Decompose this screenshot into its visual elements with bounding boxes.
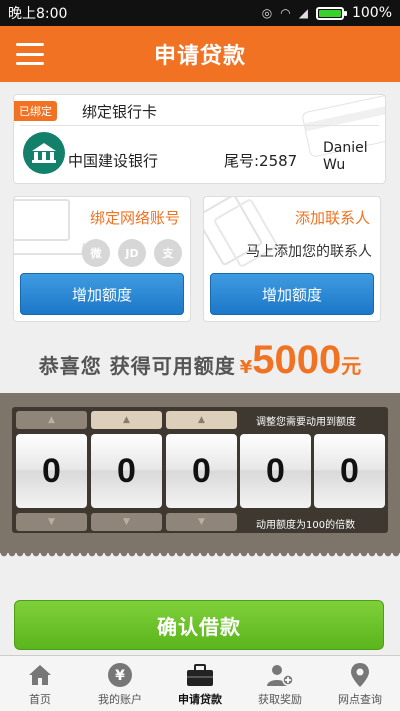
signal-icon: ◢: [298, 6, 308, 20]
location-pin-icon: [346, 661, 374, 689]
currency-unit: 元: [341, 354, 362, 378]
tab-label: 网点查询: [338, 692, 382, 706]
tab-label: 首页: [29, 692, 51, 706]
home-icon: [26, 661, 54, 689]
menu-icon[interactable]: [16, 43, 44, 65]
battery-level: [318, 9, 341, 17]
amount-counter-panel: ▲ ▲ ▲ 调整您需要动用到额度 0 0 0 0 0 ▼ ▼ ▼ 动用额度为10…: [0, 393, 400, 559]
laptop-icon: [14, 199, 70, 241]
card-tail-number: 尾号:2587: [224, 152, 298, 170]
tab-get-rewards[interactable]: 获取奖励: [240, 656, 320, 711]
app-header: 申请贷款: [0, 26, 400, 82]
add-user-icon: [266, 661, 294, 689]
svg-text:¥: ¥: [115, 668, 125, 684]
contacts-increase-limit-button[interactable]: 增加额度: [210, 273, 374, 315]
bank-card-panel[interactable]: 已绑定 绑定银行卡 中国建设银行 尾号:2587 Daniel Wu: [13, 94, 386, 184]
briefcase-icon: [186, 661, 214, 689]
digit-3: 0: [166, 434, 237, 508]
card-holder-name: Daniel Wu: [323, 140, 368, 173]
tab-my-account[interactable]: ¥ 我的账户: [80, 656, 160, 711]
weibo-icon[interactable]: 微: [82, 239, 110, 267]
network-account-title: 绑定网络账号: [89, 209, 180, 227]
battery-icon: [315, 6, 347, 20]
tab-apply-loan[interactable]: 申请贷款: [160, 656, 240, 711]
contacts-title: 添加联系人: [294, 209, 370, 227]
digit-2-down-button[interactable]: ▼: [91, 513, 162, 531]
digit-5: 0: [314, 434, 385, 508]
contacts-subtitle: 马上添加您的联系人: [246, 244, 372, 260]
divider: [20, 125, 379, 126]
available-amount: 5000: [252, 338, 342, 382]
battery-percent: 100%: [351, 5, 392, 21]
tab-home[interactable]: 首页: [0, 656, 80, 711]
bank-name: 中国建设银行: [68, 152, 159, 170]
congrats-text: 恭喜您 获得可用额度: [38, 354, 236, 378]
tab-label: 我的账户: [98, 692, 142, 706]
confirm-loan-button[interactable]: 确认借款: [14, 600, 384, 650]
bottom-tab-bar: 首页 ¥ 我的账户 申请贷款 获取奖励 网点查询: [0, 655, 400, 711]
sync-icon: ◎: [261, 6, 273, 20]
jd-icon[interactable]: JD: [118, 239, 146, 267]
network-account-card: 绑定网络账号 微 JD 支 增加额度: [13, 196, 191, 322]
digit-4: 0: [240, 434, 311, 508]
network-icons: 微 JD 支: [82, 239, 182, 267]
wifi-icon: ◠: [280, 6, 291, 20]
tab-label: 申请贷款: [178, 692, 222, 706]
status-icons: ◎ ◠ ◢ 100%: [262, 5, 392, 21]
yen-icon: ¥: [106, 661, 134, 689]
multiple-hint: 动用额度为100的倍数: [256, 520, 356, 531]
digit-1-down-button[interactable]: ▼: [16, 513, 87, 531]
currency-symbol: ¥: [239, 357, 253, 378]
contacts-card: 添加联系人 马上添加您的联系人 增加额度: [203, 196, 381, 322]
digit-3-up-button[interactable]: ▲: [166, 411, 237, 429]
adjust-hint: 调整您需要动用到额度: [256, 417, 356, 428]
digit-3-down-button[interactable]: ▼: [166, 513, 237, 531]
alipay-icon[interactable]: 支: [154, 239, 182, 267]
bank-logo-icon: [23, 132, 65, 174]
bank-card-title: 绑定银行卡: [82, 103, 158, 121]
bound-badge: 已绑定: [14, 101, 57, 121]
network-increase-limit-button[interactable]: 增加额度: [20, 273, 184, 315]
digit-2: 0: [91, 434, 162, 508]
status-time: 晚上8:00: [8, 6, 68, 22]
page-title: 申请贷款: [153, 44, 246, 69]
available-limit-banner: 恭喜您 获得可用额度 ¥ 5000 元: [0, 338, 400, 388]
digit-1-up-button[interactable]: ▲: [16, 411, 87, 429]
amount-counter: ▲ ▲ ▲ 调整您需要动用到额度 0 0 0 0 0 ▼ ▼ ▼ 动用额度为10…: [12, 407, 388, 533]
status-bar: 晚上8:00 ◎ ◠ ◢ 100%: [0, 0, 400, 26]
digit-1: 0: [16, 434, 87, 508]
tab-branch-search[interactable]: 网点查询: [320, 656, 400, 711]
tab-label: 获取奖励: [258, 692, 302, 706]
digit-2-up-button[interactable]: ▲: [91, 411, 162, 429]
